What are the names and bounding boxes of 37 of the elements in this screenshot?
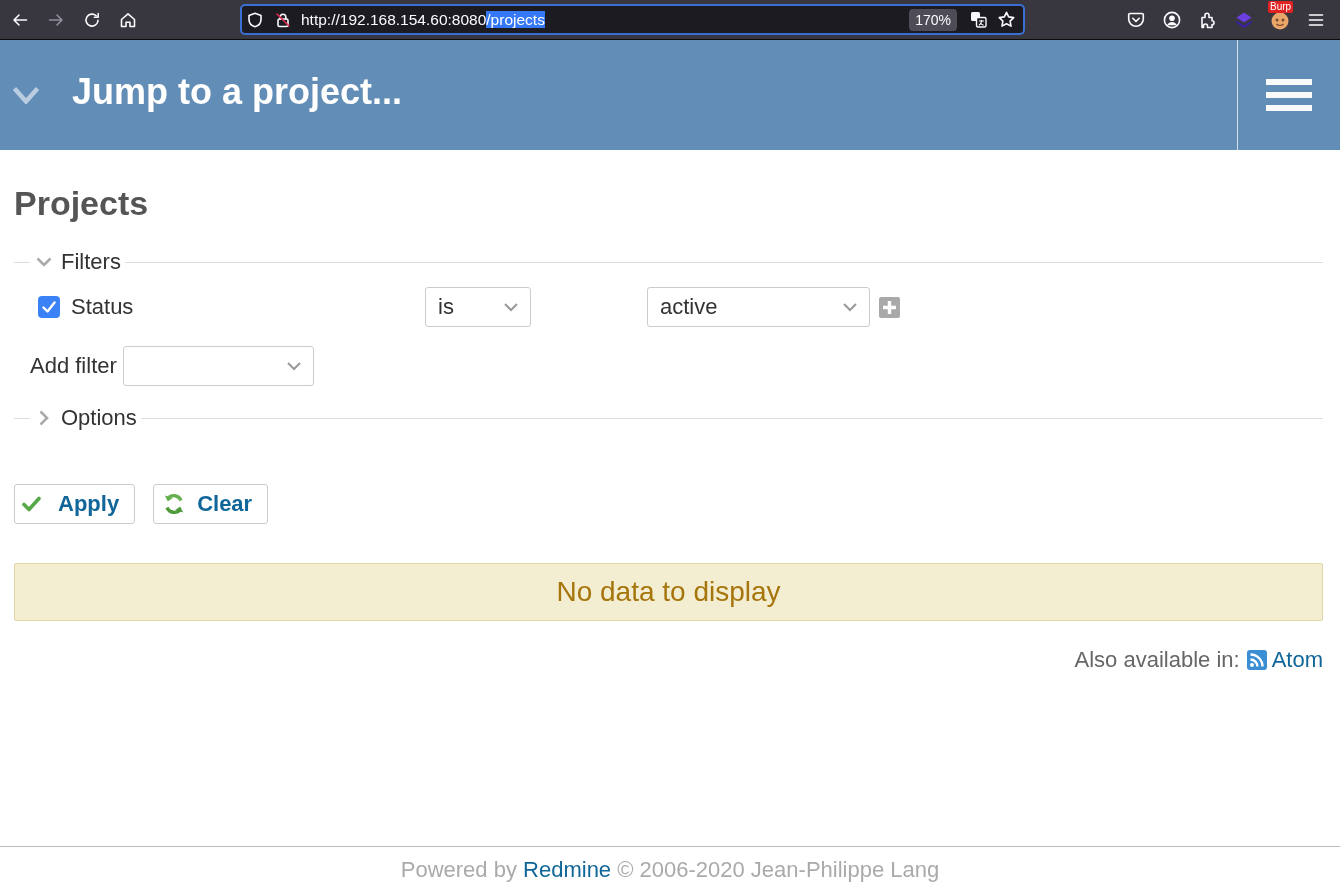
options-toggle[interactable]: Options [61, 403, 137, 433]
lock-icon[interactable] [275, 11, 291, 28]
no-data-notice: No data to display [14, 563, 1323, 621]
redmine-link[interactable]: Redmine [523, 857, 612, 882]
shield-icon[interactable] [247, 11, 263, 28]
filters-toggle[interactable]: Filters [61, 247, 121, 277]
value-dropdown[interactable]: active [647, 287, 870, 327]
chevron-down-icon [285, 361, 302, 371]
add-filter-label: Add filter [30, 353, 117, 379]
tray-chevron-icon[interactable] [1127, 10, 1145, 29]
project-jump-link[interactable]: Jump to a project... [72, 70, 403, 114]
puzzle-icon[interactable] [1199, 10, 1217, 29]
filter-label: Status [71, 294, 134, 320]
clear-button[interactable]: Clear [153, 484, 269, 524]
zoom-level-button[interactable]: 170% [909, 8, 957, 31]
other-formats-label: Also available in: [1074, 646, 1240, 674]
chevron-down-icon [842, 302, 858, 312]
atom-link[interactable]: Atom [1246, 646, 1323, 674]
page-title: Projects [14, 183, 149, 223]
reload-icon[interactable] [84, 11, 100, 28]
apply-button[interactable]: Apply [14, 484, 136, 524]
checkmark-icon [22, 496, 41, 512]
account-icon[interactable] [1163, 10, 1181, 29]
refresh-icon [163, 493, 186, 515]
checkbox[interactable] [38, 296, 60, 318]
translate-icon[interactable] [970, 11, 987, 28]
back-icon[interactable] [12, 11, 28, 28]
operator-dropdown[interactable]: is [425, 287, 531, 327]
menu-icon[interactable] [1266, 79, 1312, 111]
checkmark-icon [42, 301, 56, 313]
chevron-down-icon [503, 302, 519, 312]
rss-feed-icon [1246, 650, 1267, 670]
extension-badge: Burp [1268, 0, 1294, 13]
home-icon[interactable] [120, 11, 136, 28]
footer-text: Powered by Redmine © 2006-2020 Jean-Philippe Lang [400, 857, 940, 883]
menu-icon[interactable] [1308, 11, 1324, 28]
star-icon[interactable] [998, 11, 1015, 28]
